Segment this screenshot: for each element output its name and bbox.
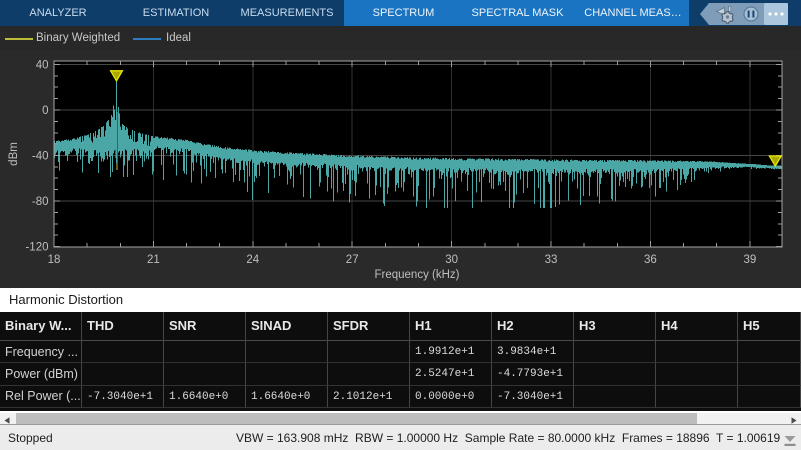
svg-text:24: 24: [246, 254, 259, 266]
svg-text:21: 21: [147, 254, 160, 266]
svg-text:30: 30: [445, 254, 458, 266]
svg-text:dBm: dBm: [8, 142, 20, 166]
svg-text:40: 40: [36, 60, 49, 72]
svg-text:-120: -120: [25, 242, 48, 254]
svg-text:39: 39: [744, 254, 757, 266]
svg-text:36: 36: [644, 254, 657, 266]
svg-text:Frequency (kHz): Frequency (kHz): [375, 269, 460, 281]
svg-text:27: 27: [346, 254, 359, 266]
svg-text:-40: -40: [32, 151, 49, 163]
svg-text:0: 0: [42, 105, 48, 117]
svg-text:-80: -80: [32, 196, 49, 208]
svg-text:18: 18: [48, 254, 61, 266]
svg-text:33: 33: [545, 254, 558, 266]
